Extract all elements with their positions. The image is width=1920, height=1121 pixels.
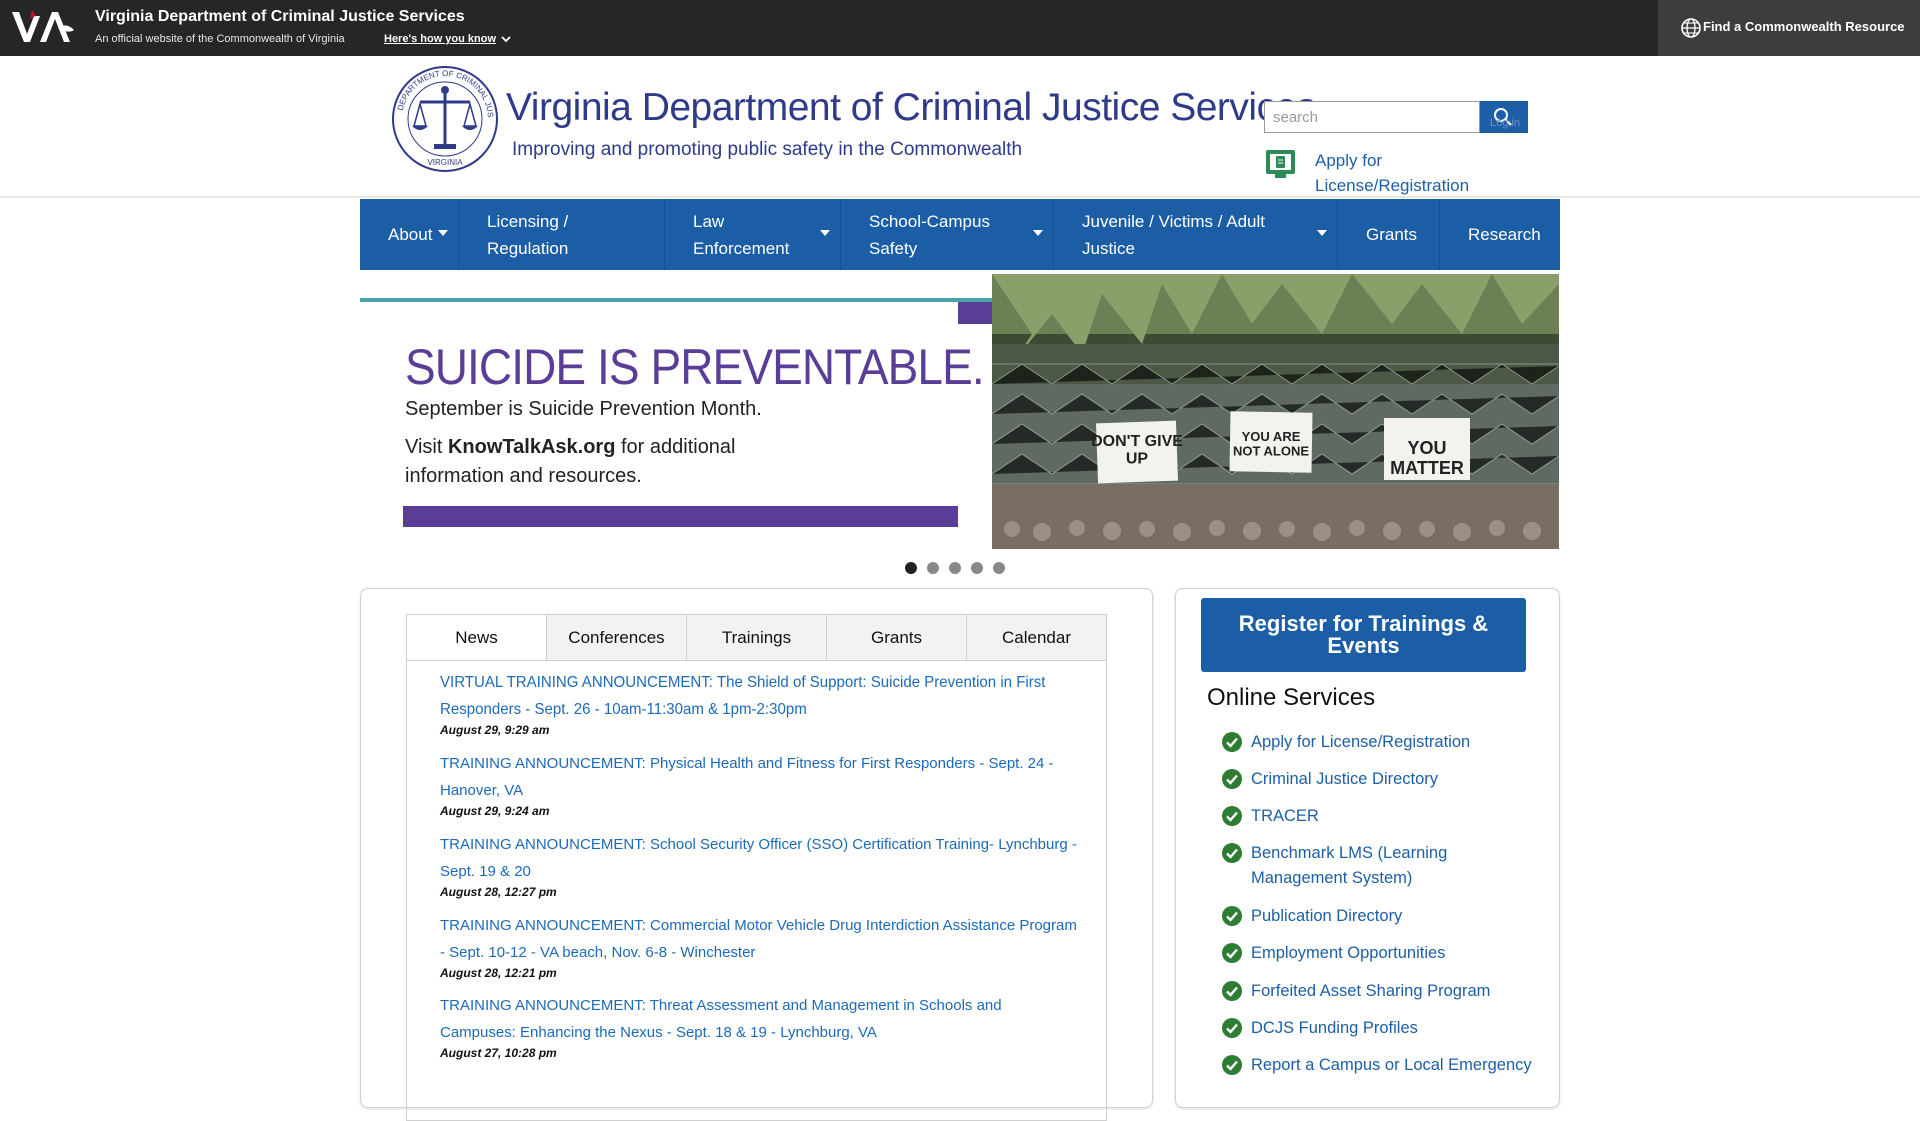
register-trainings-button[interactable]: Register for Trainings & Events [1201,598,1526,672]
apply-license-link[interactable]: Apply for License/Registration [1315,148,1475,198]
commonwealth-subtitle: An official website of the Commonwealth … [95,33,345,45]
carousel-dot-3[interactable] [949,562,961,574]
svg-text:VIRGINIA: VIRGINIA [427,158,463,167]
nav-grants[interactable]: Grants [1338,199,1440,270]
virginia-logo-icon[interactable] [10,6,82,46]
carousel-dot-5[interactable] [993,562,1005,574]
check-circle-icon [1222,1055,1242,1075]
caret-down-icon [820,230,830,236]
check-circle-icon [1222,943,1242,963]
chevron-down-icon[interactable] [500,33,512,45]
nav-school-campus-safety[interactable]: School-Campus Safety [841,199,1054,270]
login-link[interactable]: Log in [1490,117,1520,129]
news-item: TRAINING ANNOUNCEMENT: Threat Assessment… [440,992,1080,1060]
news-title-link[interactable]: TRAINING ANNOUNCEMENT: School Security O… [440,831,1080,885]
nav-label: Juvenile / Victims / Adult Justice [1082,211,1265,258]
banner-headline: SUICIDE IS PREVENTABLE. [405,339,985,395]
check-circle-icon [1222,906,1242,926]
nav-label: Law Enforcement [693,211,790,258]
search-input[interactable] [1264,101,1480,133]
service-link[interactable]: Publication Directory [1251,904,1541,929]
how-you-know-link[interactable]: Here's how you know [384,33,496,45]
find-resource-button[interactable]: Find a Commonwealth Resource [1658,0,1920,56]
service-link[interactable]: Forfeited Asset Sharing Program [1251,979,1541,1004]
check-circle-icon [1222,732,1242,752]
service-link[interactable]: Employment Opportunities [1251,941,1541,966]
banner-purple-bar [403,506,958,527]
online-services-heading: Online Services [1207,684,1376,711]
nav-about[interactable]: About [360,199,459,270]
check-circle-icon [1222,806,1242,826]
tab-calendar[interactable]: Calendar [966,615,1106,660]
nav-label: School-Campus Safety [869,211,990,258]
carousel-dot-1[interactable] [905,562,917,574]
news-title-link[interactable]: TRAINING ANNOUNCEMENT: Physical Health a… [440,750,1080,804]
nav-juvenile-victims-adult-justice[interactable]: Juvenile / Victims / Adult Justice [1054,199,1338,270]
news-item: TRAINING ANNOUNCEMENT: Physical Health a… [440,750,1080,818]
banner-line-2-suffix: for additional [615,436,736,458]
check-circle-icon [1222,769,1242,789]
nav-label: Licensing / Regulation [487,211,569,258]
globe-icon [1681,18,1701,38]
caret-down-icon [1033,230,1043,236]
news-title-link[interactable]: TRAINING ANNOUNCEMENT: Threat Assessment… [440,992,1080,1046]
commonwealth-site-title: Virginia Department of Criminal Justice … [95,8,465,25]
commonwealth-bar: Virginia Department of Criminal Justice … [0,0,1920,56]
nav-law-enforcement[interactable]: Law Enforcement [665,199,841,270]
tab-conferences[interactable]: Conferences [546,615,686,660]
news-item: VIRTUAL TRAINING ANNOUNCEMENT: The Shiel… [440,669,1080,737]
find-resource-label: Find a Commonwealth Resource [1703,19,1905,34]
banner-photo-fence-signs: DON'T GIVE UP YOU ARE NOT ALONE YOU MATTER [992,274,1559,549]
service-link[interactable]: Criminal Justice Directory [1251,767,1541,792]
banner-line-2: Visit KnowTalkAsk.org for additional [405,436,736,459]
news-date: August 27, 10:28 pm [440,1046,557,1060]
nav-licensing-regulation[interactable]: Licensing / Regulation [459,199,665,270]
tab-trainings[interactable]: Trainings [686,615,826,660]
nav-label: Research [1468,225,1541,244]
check-circle-icon [1222,1018,1242,1038]
news-item: TRAINING ANNOUNCEMENT: School Security O… [440,831,1080,899]
agency-title: Virginia Department of Criminal Justice … [506,86,1316,129]
banner-line-3: information and resources. [405,465,642,487]
carousel-dot-4[interactable] [971,562,983,574]
banner-line-2-prefix: Visit [405,436,448,458]
carousel-indicators [905,562,1005,574]
tab-news[interactable]: News [407,615,546,660]
check-circle-icon [1222,843,1242,863]
service-link[interactable]: Report a Campus or Local Emergency [1251,1053,1541,1078]
news-date: August 28, 12:21 pm [440,966,557,980]
service-link[interactable]: Benchmark LMS (Learning Management Syste… [1251,841,1541,891]
caret-down-icon [438,230,448,236]
news-title-link[interactable]: TRAINING ANNOUNCEMENT: Commercial Motor … [440,912,1080,966]
main-nav: About Licensing / Regulation Law Enforce… [360,199,1560,270]
news-date: August 29, 9:24 am [440,804,550,818]
service-link[interactable]: Apply for License/Registration [1251,730,1541,755]
hero-carousel[interactable]: SUICIDE IS PREVENTABLE. September is Sui… [360,274,1559,549]
news-date: August 29, 9:29 am [440,723,550,737]
service-link[interactable]: TRACER [1251,804,1541,829]
nav-label: Grants [1366,225,1418,244]
sign-you-are-not-alone: YOU ARE NOT ALONE [1233,429,1309,458]
news-date: August 28, 12:27 pm [440,885,557,899]
carousel-dot-2[interactable] [927,562,939,574]
service-link[interactable]: DCJS Funding Profiles [1251,1016,1541,1041]
tab-grants[interactable]: Grants [826,615,966,660]
knowtalkask-link[interactable]: KnowTalkAsk.org [448,436,615,458]
news-tabs: News Conferences Trainings Grants Calend… [406,614,1107,661]
banner-line-1: September is Suicide Prevention Month. [405,398,762,420]
agency-tagline: Improving and promoting public safety in… [512,139,1023,160]
license-application-icon[interactable] [1265,149,1296,179]
nav-label: About [388,225,433,244]
dcjs-seal-logo[interactable]: DEPARTMENT OF CRIMINAL JUSTICE SERVICES … [390,64,500,174]
caret-down-icon [1317,230,1327,236]
news-title-link[interactable]: VIRTUAL TRAINING ANNOUNCEMENT: The Shiel… [440,669,1079,723]
news-item: TRAINING ANNOUNCEMENT: Commercial Motor … [440,912,1080,980]
check-circle-icon [1222,981,1242,1001]
nav-research[interactable]: Research [1440,199,1560,270]
